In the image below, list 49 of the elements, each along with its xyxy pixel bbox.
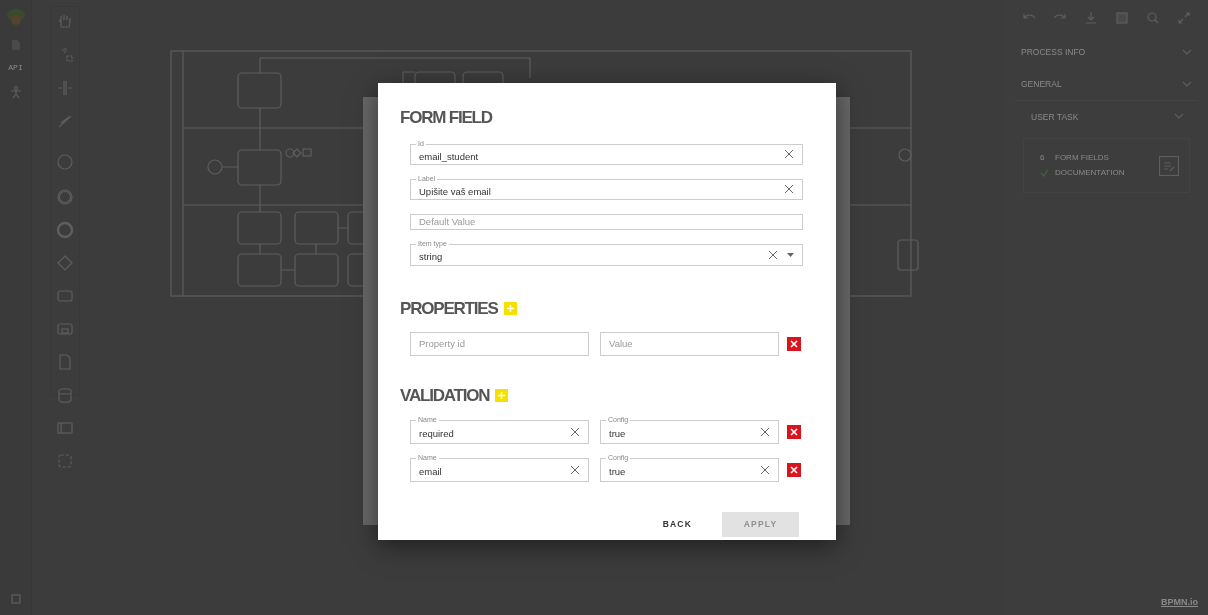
clear-button[interactable] bbox=[784, 149, 794, 160]
save-icon[interactable] bbox=[1114, 10, 1130, 26]
check-icon bbox=[1040, 169, 1049, 178]
text-input[interactable]: Property id bbox=[419, 336, 580, 352]
data-object-icon[interactable] bbox=[56, 353, 74, 371]
group-icon[interactable] bbox=[56, 452, 74, 470]
clear-button[interactable] bbox=[768, 249, 778, 260]
count-text: 6 bbox=[1040, 152, 1046, 165]
input-field[interactable]: Default Value bbox=[410, 214, 803, 231]
section-title: VALIDATION bbox=[400, 385, 490, 407]
intermediate-event-icon[interactable] bbox=[56, 188, 74, 206]
text-input[interactable]: required bbox=[419, 421, 570, 442]
pool-icon[interactable] bbox=[56, 419, 74, 437]
input-field[interactable]: Property id bbox=[410, 332, 589, 356]
summary-label: FORM FIELDS bbox=[1055, 152, 1109, 165]
person-icon[interactable] bbox=[10, 86, 21, 98]
search-icon[interactable] bbox=[1145, 10, 1161, 26]
clear-button[interactable] bbox=[760, 426, 770, 437]
clear-button[interactable] bbox=[570, 426, 580, 437]
fullscreen-icon[interactable] bbox=[1176, 10, 1192, 26]
chevron-icon bbox=[1174, 113, 1184, 121]
task-icon[interactable] bbox=[56, 287, 74, 305]
start-event-icon[interactable] bbox=[56, 153, 74, 171]
summary-label: DOCUMENTATION bbox=[1055, 167, 1125, 180]
chevron-icon bbox=[1182, 80, 1192, 88]
dialog-button[interactable]: BACK bbox=[656, 511, 698, 537]
clear-button[interactable] bbox=[760, 464, 770, 475]
caret-icon[interactable] bbox=[787, 252, 794, 257]
download-icon[interactable] bbox=[1083, 10, 1099, 26]
text-input[interactable]: email bbox=[419, 459, 570, 480]
clear-button[interactable] bbox=[570, 464, 580, 475]
section-title: PROCESS INFO bbox=[1021, 46, 1086, 59]
logo-icon[interactable] bbox=[5, 8, 26, 28]
subprocess-icon[interactable] bbox=[56, 320, 74, 338]
section-title: GENERAL bbox=[1021, 77, 1062, 91]
section-title: FORM FIELD bbox=[400, 107, 492, 129]
text-input[interactable]: Value bbox=[609, 336, 770, 352]
gateway-icon[interactable] bbox=[56, 254, 74, 272]
text-input[interactable]: Default Value bbox=[419, 215, 794, 230]
section-title: PROPERTIES bbox=[400, 297, 498, 320]
edit-icon[interactable] bbox=[1159, 155, 1179, 176]
section-title: USER TASK bbox=[1031, 110, 1079, 124]
data-store-icon[interactable] bbox=[56, 386, 74, 404]
clear-button[interactable] bbox=[784, 184, 794, 195]
square-icon[interactable] bbox=[10, 594, 21, 604]
input-field[interactable]: Value bbox=[600, 332, 779, 356]
chevron-icon bbox=[1182, 48, 1192, 56]
hand-tool-icon[interactable] bbox=[56, 13, 74, 31]
end-event-icon[interactable] bbox=[56, 221, 74, 239]
